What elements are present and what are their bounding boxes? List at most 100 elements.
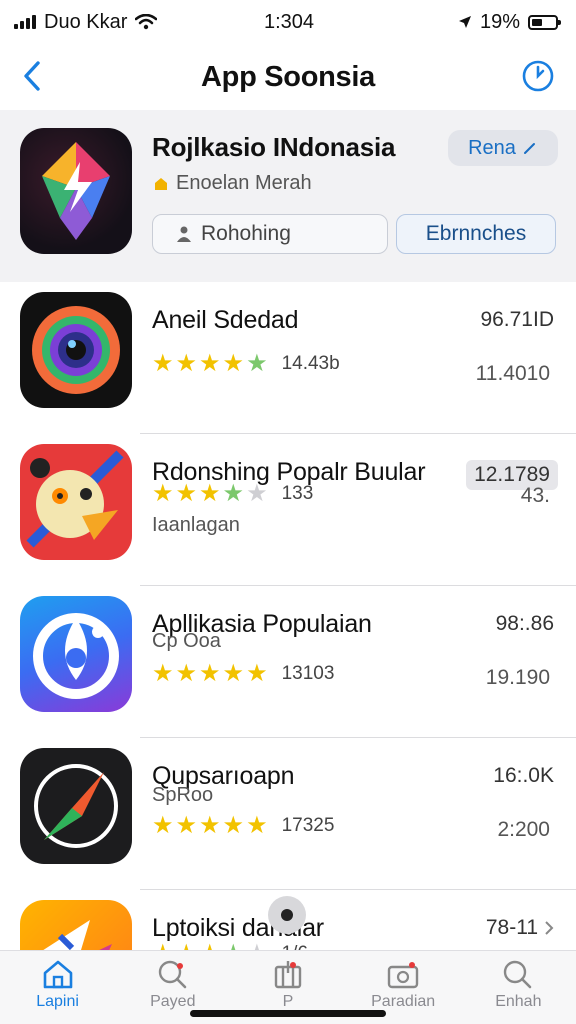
app-downloads: 11.4010 bbox=[475, 362, 550, 385]
carrier-label: Duo Kkar bbox=[44, 10, 128, 33]
app-size-label: 16:.0K bbox=[493, 764, 554, 787]
featured-developer-label: Enoelan Merah bbox=[176, 172, 312, 194]
developer-icon bbox=[155, 177, 167, 190]
star-icon: ★ bbox=[199, 660, 221, 687]
star-icon: ★ bbox=[152, 480, 174, 507]
app-icon bbox=[20, 748, 132, 864]
rating-stars: ★ ★ ★ ★ ★ 13103 bbox=[152, 662, 334, 686]
rating-stars: ★ ★ ★ ★ ★ 133 bbox=[152, 482, 313, 506]
nav-bar: App Soonsia bbox=[0, 44, 576, 110]
star-icon: ★ bbox=[199, 812, 221, 839]
app-size-label: 78-11 bbox=[485, 916, 538, 939]
star-icon: ★ bbox=[152, 812, 174, 839]
star-icon: ★ bbox=[199, 350, 221, 377]
star-icon: ★ bbox=[175, 480, 198, 507]
signal-icon bbox=[14, 15, 36, 29]
rating-count: 13103 bbox=[281, 663, 335, 684]
star-icon: ★ bbox=[222, 812, 245, 839]
tab-home[interactable]: Lapini bbox=[8, 959, 108, 1011]
chevron-left-icon bbox=[24, 61, 40, 91]
star-icon: ★ bbox=[175, 350, 198, 377]
tab-payed[interactable]: Payed bbox=[123, 959, 223, 1011]
featured-primary-button[interactable]: Ebrnnches bbox=[396, 214, 556, 254]
star-icon: ★ bbox=[246, 350, 268, 377]
app-size: 96.71ID bbox=[480, 308, 554, 332]
app-subtitle: Cp Ooa bbox=[152, 630, 221, 652]
status-left: Duo Kkar bbox=[14, 10, 158, 34]
app-subtitle: SpRoo bbox=[152, 784, 214, 806]
app-icon bbox=[20, 596, 132, 712]
rating-stars: ★ ★ ★ ★ ★ 17325 bbox=[152, 814, 334, 838]
status-bar: Duo Kkar 1:304 19% bbox=[0, 0, 576, 44]
rating-count: 17325 bbox=[281, 815, 335, 836]
app-downloads: 43. bbox=[520, 484, 550, 507]
location-arrow-icon bbox=[458, 16, 471, 28]
chat-bubble-icon[interactable] bbox=[268, 896, 306, 934]
app-size-label: 12.1789 bbox=[474, 463, 550, 486]
back-button[interactable] bbox=[12, 56, 52, 96]
app-icon bbox=[20, 444, 132, 560]
star-icon: ★ bbox=[222, 480, 245, 507]
app-icon bbox=[20, 292, 132, 408]
tab-apps[interactable]: P bbox=[238, 959, 338, 1011]
star-icon: ★ bbox=[246, 480, 268, 507]
battery-label: 19% bbox=[479, 10, 520, 33]
featured-get-button[interactable]: Rena bbox=[448, 130, 558, 166]
clock-icon bbox=[522, 60, 554, 92]
star-icon: ★ bbox=[246, 812, 268, 839]
battery-icon bbox=[528, 14, 561, 30]
featured-app-icon bbox=[20, 128, 132, 254]
star-icon: ★ bbox=[152, 660, 174, 687]
rating-stars: ★ ★ ★ ★ ★ 14.43b bbox=[152, 352, 340, 376]
tab-search[interactable]: Enhah bbox=[468, 959, 568, 1011]
star-icon: ★ bbox=[222, 350, 245, 377]
home-indicator bbox=[190, 1010, 386, 1017]
home-icon bbox=[43, 960, 72, 989]
star-icon: ★ bbox=[175, 660, 198, 687]
tab-games[interactable]: Paradian bbox=[353, 959, 453, 1011]
featured-developer: Enoelan Merah bbox=[152, 172, 312, 195]
featured-app-card[interactable]: Rojlkasio INdonasia Rena Enoelan Merah R… bbox=[0, 110, 576, 282]
star-icon: ★ bbox=[246, 660, 268, 687]
history-button[interactable] bbox=[518, 56, 558, 96]
list-item[interactable]: Rdonshing Popalr Buular ★ ★ ★ ★ ★ 133 Ia… bbox=[0, 434, 576, 586]
tab-label: Lapini bbox=[36, 993, 79, 1010]
app-downloads: 2:200 bbox=[497, 818, 550, 841]
tab-label: P bbox=[282, 993, 294, 1010]
person-icon bbox=[177, 226, 191, 242]
tab-label: Paradian bbox=[371, 993, 436, 1010]
search-icon bbox=[504, 960, 532, 989]
app-size-label: 96.71ID bbox=[480, 308, 554, 331]
games-icon bbox=[387, 962, 419, 989]
list-item[interactable]: Qupsarıoapn SpRoo ★ ★ ★ ★ ★ 17325 16:.0K… bbox=[0, 738, 576, 890]
star-icon: ★ bbox=[152, 350, 174, 377]
status-time: 1:304 bbox=[264, 10, 315, 33]
featured-secondary-button[interactable]: Rohohing bbox=[152, 214, 388, 254]
rating-count: 133 bbox=[281, 483, 314, 504]
app-size: 16:.0K bbox=[493, 764, 554, 788]
featured-get-label: Rena bbox=[468, 136, 516, 159]
page-title: App Soonsia bbox=[201, 60, 375, 93]
list-item[interactable]: Aneil Sdedad ★ ★ ★ ★ ★ 14.43b 96.71ID 11… bbox=[0, 282, 576, 434]
app-subtitle: Iaanlagan bbox=[152, 514, 240, 536]
featured-primary-label: Ebrnnches bbox=[425, 222, 527, 245]
rating-count: 14.43b bbox=[281, 353, 340, 374]
status-right: 19% bbox=[458, 10, 561, 34]
app-size-label: 98:.86 bbox=[495, 612, 554, 635]
star-icon: ★ bbox=[199, 480, 221, 507]
star-icon: ★ bbox=[175, 812, 198, 839]
app-downloads: 19.190 bbox=[485, 666, 550, 689]
chevron-right-icon bbox=[545, 921, 554, 935]
featured-secondary-label: Rohohing bbox=[201, 222, 291, 245]
tab-label: Payed bbox=[150, 993, 196, 1010]
edit-icon bbox=[523, 143, 535, 154]
list-item[interactable]: Apllikasia Populaian Cp Ooa ★ ★ ★ ★ ★ 13… bbox=[0, 586, 576, 738]
app-size: 98:.86 bbox=[496, 612, 554, 636]
tab-label: Enhah bbox=[495, 993, 542, 1010]
star-icon: ★ bbox=[222, 660, 245, 687]
app-name: Aneil Sdedad bbox=[152, 306, 299, 334]
featured-app-title: Rojlkasio INdonasia bbox=[152, 132, 396, 162]
wifi-icon bbox=[135, 14, 158, 30]
apps-icon bbox=[274, 961, 302, 989]
app-size: 78-11 bbox=[486, 916, 554, 940]
